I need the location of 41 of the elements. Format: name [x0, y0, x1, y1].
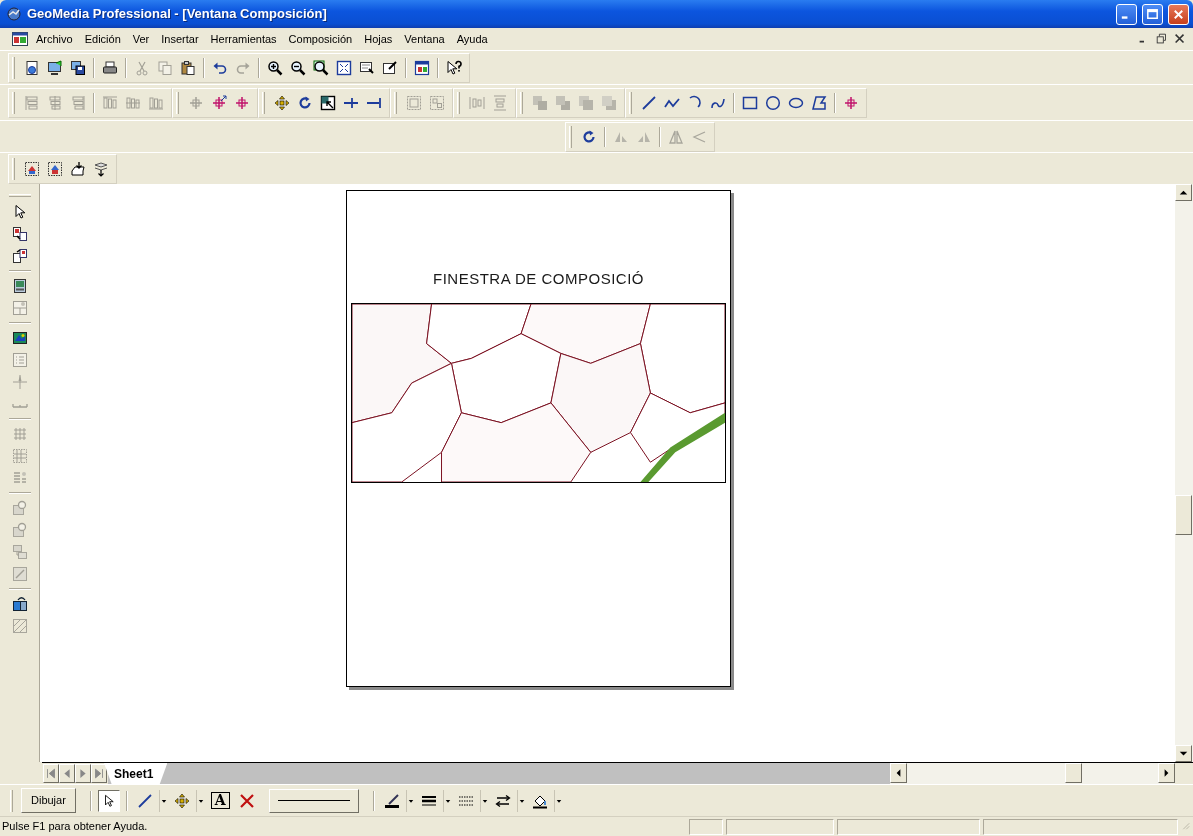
caret-icon[interactable] — [479, 789, 489, 812]
menu-item[interactable]: Hojas — [358, 29, 399, 49]
scrollbar-corner — [1175, 763, 1193, 784]
line-sample-icon — [277, 799, 350, 802]
caret-icon[interactable] — [405, 789, 415, 812]
scroll-thumb[interactable] — [1175, 495, 1192, 535]
document-icon[interactable] — [12, 31, 28, 47]
scroll-up-button[interactable] — [1175, 184, 1192, 201]
sheet-tab[interactable]: Sheet1 — [104, 763, 168, 784]
window-title: GeoMedia Professional - [Ventana Composición] — [27, 5, 327, 24]
previous-sheet-button[interactable] — [59, 764, 75, 783]
menu-item[interactable]: Herramientas — [204, 29, 283, 49]
text-tool-icon[interactable]: A — [210, 792, 230, 809]
scroll-left-button[interactable] — [890, 763, 907, 783]
close-icon[interactable] — [1173, 32, 1187, 46]
caret-icon[interactable] — [158, 789, 168, 812]
caret-icon[interactable] — [195, 789, 205, 812]
restore-icon[interactable] — [1155, 32, 1169, 46]
next-sheet-button[interactable] — [75, 764, 91, 783]
last-sheet-button[interactable] — [91, 764, 107, 783]
menu-item[interactable]: Composición — [282, 29, 359, 49]
menu-item[interactable]: Ventana — [398, 29, 451, 49]
draw-button[interactable]: Dibujar — [21, 788, 76, 813]
page-title: FINESTRA DE COMPOSICIÓ — [433, 269, 644, 289]
caret-icon[interactable] — [516, 789, 526, 812]
line-style-button[interactable] — [268, 788, 359, 813]
menu-item[interactable]: Edición — [78, 29, 127, 49]
caret-icon[interactable] — [553, 789, 563, 812]
menu-item[interactable]: Ayuda — [450, 29, 494, 49]
scroll-thumb[interactable] — [1065, 763, 1082, 783]
menu-item[interactable]: Insertar — [155, 29, 205, 49]
menu-item[interactable]: Ver — [126, 29, 156, 49]
status-text: Pulse F1 para obtener Ayuda. — [1, 819, 149, 835]
scroll-down-button[interactable] — [1175, 745, 1192, 762]
first-sheet-button[interactable] — [43, 764, 59, 783]
status-pane — [689, 818, 723, 835]
caret-icon[interactable] — [442, 789, 452, 812]
menu-item[interactable]: Archivo — [30, 29, 79, 49]
pointer-icon[interactable] — [97, 789, 120, 812]
app-icon[interactable] — [6, 6, 22, 22]
scroll-right-button[interactable] — [1158, 763, 1175, 783]
